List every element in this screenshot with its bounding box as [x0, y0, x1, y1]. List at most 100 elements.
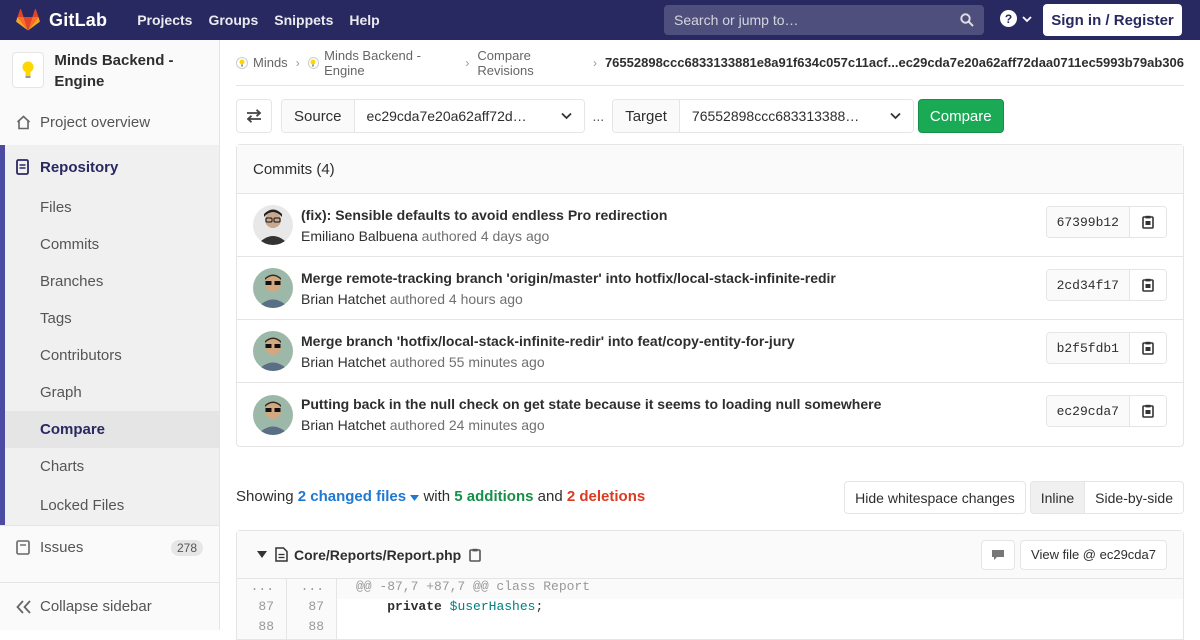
commit-author-link[interactable]: Brian Hatchet — [301, 291, 386, 307]
gitlab-home-link[interactable]: GitLab — [0, 0, 107, 40]
diff-file-header: Core/Reports/Report.php View file @ ec29… — [237, 531, 1183, 579]
diff-view-controls: Hide whitespace changes Inline Side-by-s… — [844, 481, 1184, 514]
commit-row: (fix): Sensible defaults to avoid endles… — [237, 194, 1183, 257]
copy-sha-button[interactable] — [1130, 207, 1166, 237]
authored-word: authored — [389, 417, 445, 433]
commit-title-link[interactable]: Merge branch 'hotfix/local-stack-infinit… — [301, 333, 795, 349]
commit-sha-group: b2f5fdb1 — [1045, 332, 1167, 364]
help-dropdown[interactable]: ? — [1000, 10, 1032, 27]
sidebar-item-files[interactable]: Files — [5, 189, 219, 226]
sidebar-item-tags[interactable]: Tags — [5, 300, 219, 337]
commit-time: 24 minutes ago — [448, 417, 545, 433]
clipboard-icon — [1142, 215, 1154, 229]
new-line-number[interactable]: 87 — [287, 599, 337, 619]
side-by-side-view-button[interactable]: Side-by-side — [1085, 481, 1184, 514]
hide-whitespace-button[interactable]: Hide whitespace changes — [844, 481, 1026, 514]
commit-sha-button[interactable]: 67399b12 — [1046, 207, 1130, 237]
compare-button[interactable]: Compare — [917, 99, 1004, 133]
sidebar-item-graph[interactable]: Graph — [5, 374, 219, 411]
inline-view-button[interactable]: Inline — [1029, 481, 1086, 514]
source-ref-dropdown[interactable]: ec29cda7e20a62aff72d… — [354, 100, 584, 132]
changed-files-dropdown[interactable]: 2 changed files — [298, 488, 420, 505]
issues-icon — [16, 540, 32, 555]
repository-section: Repository Files Commits Branches Tags C… — [0, 145, 219, 525]
chevron-down-icon — [560, 112, 572, 120]
commit-title-link[interactable]: (fix): Sensible defaults to avoid endles… — [301, 207, 667, 223]
clipboard-icon — [1142, 404, 1154, 418]
avatar[interactable] — [253, 268, 293, 308]
clipboard-icon[interactable] — [469, 548, 482, 562]
code-rest: ; — [535, 599, 544, 614]
avatar[interactable] — [253, 205, 293, 245]
copy-sha-button[interactable] — [1130, 396, 1166, 426]
commit-sha-button[interactable]: 2cd34f17 — [1046, 270, 1130, 300]
collapse-sidebar-label: Collapse sidebar — [40, 598, 152, 615]
nav-projects-link[interactable]: Projects — [129, 0, 200, 40]
caret-down-icon — [410, 495, 420, 501]
sidebar-item-repository[interactable]: Repository — [5, 145, 219, 189]
commit-author-link[interactable]: Brian Hatchet — [301, 354, 386, 370]
breadcrumb-compare[interactable]: Compare Revisions — [477, 48, 585, 78]
sidebar-item-charts[interactable]: Charts — [5, 448, 219, 485]
swap-revisions-button[interactable] — [236, 99, 272, 133]
breadcrumb-project[interactable]: Minds Backend - Engine — [307, 47, 458, 78]
nav-groups-link[interactable]: Groups — [200, 0, 266, 40]
code-line: private $userHashes; — [337, 599, 543, 619]
target-ref-dropdown[interactable]: 76552898ccc683313388… — [679, 100, 913, 132]
sidebar-item-compare[interactable]: Compare — [5, 411, 219, 448]
chevron-right-icon: › — [295, 55, 300, 70]
search-icon — [960, 13, 974, 27]
sidebar-item-locked-files[interactable]: Locked Files — [5, 485, 219, 525]
commit-meta: Brian Hatchet authored 4 hours ago — [301, 291, 836, 307]
new-line-number[interactable]: 88 — [287, 619, 337, 639]
file-path[interactable]: Core/Reports/Report.php — [294, 547, 461, 563]
commit-sha-group: 67399b12 — [1045, 206, 1167, 238]
old-line-number[interactable]: 87 — [237, 599, 287, 619]
clipboard-icon — [1142, 341, 1154, 355]
target-ref-value: 76552898ccc683313388… — [691, 108, 860, 124]
commits-header: Commits (4) — [237, 145, 1183, 194]
changed-files-label: 2 changed files — [297, 488, 407, 505]
avatar[interactable] — [253, 394, 293, 435]
search-input[interactable] — [674, 12, 944, 28]
view-file-button[interactable]: View file @ ec29cda7 — [1020, 539, 1167, 570]
commit-sha-group: 2cd34f17 — [1045, 269, 1167, 301]
breadcrumb-group[interactable]: Minds — [236, 55, 288, 70]
lightbulb-icon — [22, 61, 34, 78]
sidebar-item-project-overview[interactable]: Project overview — [0, 104, 219, 141]
sidebar-item-branches[interactable]: Branches — [5, 263, 219, 300]
sidebar-item-contributors[interactable]: Contributors — [5, 337, 219, 374]
sidebar-item-commits[interactable]: Commits — [5, 226, 219, 263]
breadcrumb-current[interactable]: 76552898ccc6833133881e8a91f634c057c11acf… — [605, 55, 1184, 70]
commit-title-link[interactable]: Putting back in the null check on get st… — [301, 396, 881, 412]
commit-title-link[interactable]: Merge remote-tracking branch 'origin/mas… — [301, 270, 836, 286]
comment-toggle-button[interactable] — [981, 539, 1016, 570]
nav-help-link[interactable]: Help — [341, 0, 387, 40]
commit-author-link[interactable]: Emiliano Balbuena — [301, 228, 418, 244]
avatar[interactable] — [253, 331, 293, 371]
nav-snippets-link[interactable]: Snippets — [266, 0, 341, 40]
commit-row: Merge remote-tracking branch 'origin/mas… — [237, 257, 1183, 320]
new-line-number: ... — [287, 579, 337, 599]
diff-line: 88 88 — [237, 619, 1183, 639]
commit-time: 55 minutes ago — [448, 353, 545, 370]
commit-sha-button[interactable]: ec29cda7 — [1046, 396, 1130, 426]
breadcrumb-project-label: Minds Backend - Engine — [324, 47, 421, 78]
old-line-number[interactable]: 88 — [237, 619, 287, 639]
collapse-caret-icon[interactable] — [257, 551, 267, 558]
svg-text:?: ? — [1005, 12, 1012, 26]
additions-count: 5 additions — [454, 488, 534, 505]
deletions-count: 2 deletions — [566, 488, 646, 505]
commit-sha-button[interactable]: b2f5fdb1 — [1046, 333, 1130, 363]
copy-sha-button[interactable] — [1130, 333, 1166, 363]
comment-icon — [992, 549, 1005, 560]
signin-register-button[interactable]: Sign in / Register — [1043, 4, 1182, 36]
commit-author-link[interactable]: Brian Hatchet — [301, 417, 386, 433]
project-header[interactable]: Minds Backend - Engine — [0, 40, 219, 104]
gitlab-logo-icon — [16, 9, 40, 31]
collapse-sidebar-button[interactable]: Collapse sidebar — [0, 582, 219, 630]
chevron-down-icon — [890, 112, 901, 120]
sidebar-item-issues[interactable]: Issues 278 — [0, 525, 219, 569]
copy-sha-button[interactable] — [1130, 270, 1166, 300]
code-variable: $userHashes — [449, 599, 536, 614]
